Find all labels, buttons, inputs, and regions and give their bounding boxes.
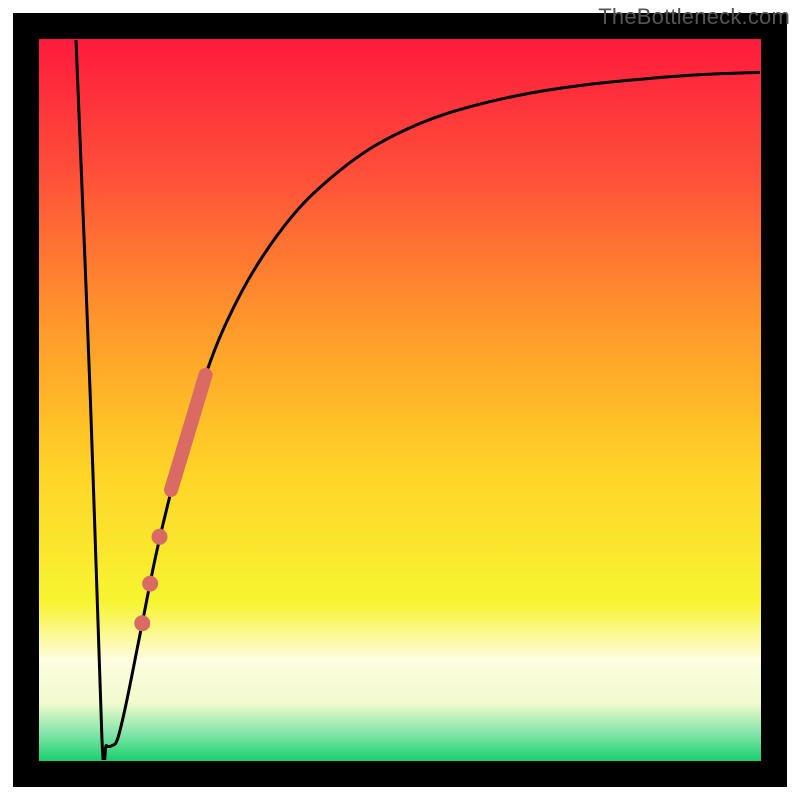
watermark-text: TheBottleneck.com: [598, 4, 790, 30]
overlay-dot: [152, 529, 168, 545]
chart-svg: [0, 0, 800, 800]
overlay-dot: [142, 576, 158, 592]
overlay-dot: [134, 615, 150, 631]
gradient-background: [39, 39, 761, 761]
bottleneck-chart: TheBottleneck.com: [0, 0, 800, 800]
